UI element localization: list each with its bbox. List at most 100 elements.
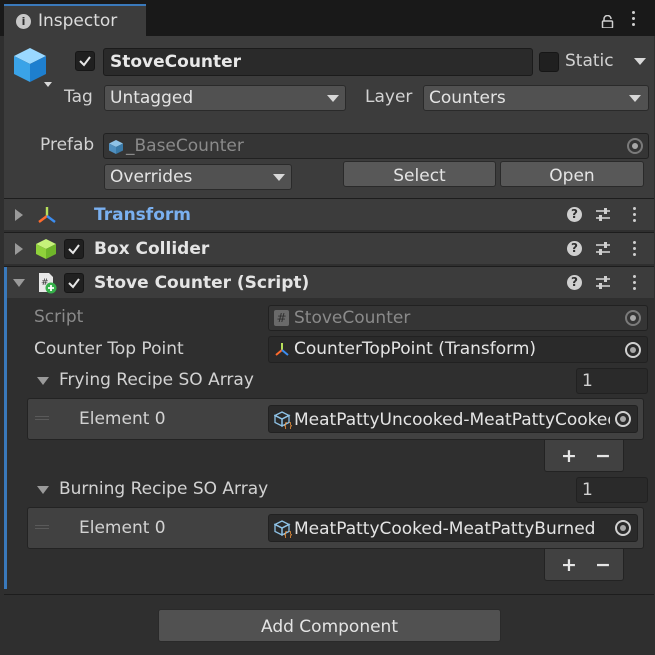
open-label: Open xyxy=(549,166,595,186)
svg-text:{}: {} xyxy=(283,421,292,429)
icon-dropdown-icon[interactable] xyxy=(44,82,52,87)
presets-icon[interactable] xyxy=(595,207,611,223)
burning-element-0-field[interactable]: {} MeatPattyCooked-MeatPattyBurned xyxy=(268,514,638,542)
tab-inspector[interactable]: i Inspector xyxy=(4,4,146,36)
lock-icon[interactable] xyxy=(601,13,614,29)
focus-bar xyxy=(4,267,7,589)
drag-handle-icon[interactable] xyxy=(35,525,49,529)
prefab-label: Prefab xyxy=(40,135,95,155)
transform-axis-icon xyxy=(36,205,58,225)
burning-array-size: 1 xyxy=(582,480,593,500)
prefab-open-button[interactable]: Open xyxy=(500,161,644,187)
static-checkbox[interactable] xyxy=(539,52,559,72)
overrides-dropdown[interactable]: Overrides xyxy=(104,164,292,190)
burning-add-element-button[interactable]: + xyxy=(561,556,577,575)
add-component-label: Add Component xyxy=(260,617,398,637)
active-checkbox[interactable] xyxy=(75,51,95,71)
stove-counter-component-header[interactable]: # Stove Counter (Script) ? xyxy=(4,266,654,298)
inspector-window: { "tab": { "label": "Inspector" }, "game… xyxy=(0,0,655,655)
foldout-arrow-icon[interactable] xyxy=(15,209,23,221)
object-picker-icon[interactable] xyxy=(627,138,643,154)
gameobject-name-input[interactable]: StoveCounter xyxy=(103,48,533,76)
script-field: # StoveCounter xyxy=(268,305,648,331)
script-value: StoveCounter xyxy=(294,308,411,328)
foldout-arrow-icon[interactable] xyxy=(13,279,25,287)
script-icon: # xyxy=(36,272,58,294)
object-picker-icon[interactable] xyxy=(615,520,631,536)
frying-element-0-field[interactable]: {} MeatPattyUncooked-MeatPattyCooked xyxy=(268,405,638,433)
box-collider-enabled-checkbox[interactable] xyxy=(64,239,84,259)
add-component-button[interactable]: Add Component xyxy=(158,609,501,642)
foldout-arrow-icon[interactable] xyxy=(15,243,23,255)
select-label: Select xyxy=(393,166,446,186)
presets-icon[interactable] xyxy=(595,275,611,291)
frying-remove-element-button[interactable]: − xyxy=(595,447,611,466)
script-label: Script xyxy=(34,307,84,327)
stove-counter-title: Stove Counter (Script) xyxy=(94,273,310,293)
help-icon[interactable]: ? xyxy=(567,275,582,290)
drag-handle-icon[interactable] xyxy=(35,416,49,420)
counter-top-point-field[interactable]: CounterTopPoint (Transform) xyxy=(268,336,648,363)
frying-foldout-icon[interactable] xyxy=(37,377,49,385)
gameobject-cube-icon[interactable] xyxy=(12,46,48,88)
component-divider xyxy=(4,594,654,595)
layer-label: Layer xyxy=(365,87,413,107)
burning-element-value-clip: MeatPattyCooked-MeatPattyBurned xyxy=(294,519,610,539)
gameobject-name-text: StoveCounter xyxy=(110,52,242,72)
tab-label: Inspector xyxy=(38,11,118,31)
stove-counter-enabled-checkbox[interactable] xyxy=(64,273,84,293)
counter-top-point-label: Counter Top Point xyxy=(34,339,184,359)
frying-list-buttons: + − xyxy=(544,440,624,472)
burning-element-label: Element 0 xyxy=(79,518,166,538)
object-picker-icon[interactable] xyxy=(625,342,641,358)
object-picker-icon[interactable] xyxy=(615,411,631,427)
tag-value: Untagged xyxy=(110,88,194,108)
tag-dropdown[interactable]: Untagged xyxy=(104,85,346,111)
burning-foldout-icon[interactable] xyxy=(37,486,49,494)
frying-add-element-button[interactable]: + xyxy=(561,447,577,466)
burning-remove-element-button[interactable]: − xyxy=(595,556,611,575)
tab-menu-icon[interactable] xyxy=(632,11,636,29)
frying-array-size: 1 xyxy=(582,371,593,391)
presets-icon[interactable] xyxy=(595,241,611,257)
layer-value: Counters xyxy=(429,88,506,108)
box-collider-component-header[interactable]: Box Collider ? xyxy=(4,232,654,264)
chevron-down-icon xyxy=(327,95,339,102)
svg-text:{}: {} xyxy=(283,530,292,538)
transform-component-header[interactable]: Transform ? xyxy=(4,198,654,230)
burning-array-size-input[interactable]: 1 xyxy=(576,477,648,503)
counter-top-point-value: CounterTopPoint (Transform) xyxy=(294,339,537,359)
static-label: Static xyxy=(565,51,614,71)
box-collider-icon xyxy=(35,238,57,260)
chevron-down-icon xyxy=(273,174,285,181)
frying-array-size-input[interactable]: 1 xyxy=(576,368,648,394)
box-collider-title: Box Collider xyxy=(94,239,210,259)
prefab-asset-field[interactable]: _BaseCounter xyxy=(103,133,649,159)
transform-axis-icon xyxy=(273,341,291,358)
script-hash-icon: # xyxy=(274,310,289,326)
component-menu-icon[interactable] xyxy=(633,275,637,293)
frying-array-label[interactable]: Frying Recipe SO Array xyxy=(59,372,254,389)
scriptable-object-icon: {} xyxy=(273,520,293,539)
transform-title: Transform xyxy=(94,205,191,225)
static-dropdown-icon[interactable] xyxy=(634,58,646,65)
burning-array-label[interactable]: Burning Recipe SO Array xyxy=(59,481,268,498)
help-icon[interactable]: ? xyxy=(567,241,582,256)
frying-element-label: Element 0 xyxy=(79,409,166,429)
scriptable-object-icon: {} xyxy=(273,411,293,430)
layer-dropdown[interactable]: Counters xyxy=(423,85,649,111)
help-icon[interactable]: ? xyxy=(567,207,582,222)
component-menu-icon[interactable] xyxy=(633,207,637,225)
chevron-down-icon xyxy=(629,95,641,102)
prefab-cube-icon xyxy=(108,139,124,155)
prefab-select-button[interactable]: Select xyxy=(343,161,496,187)
tag-label: Tag xyxy=(64,87,93,107)
frying-element-value: MeatPattyUncooked-MeatPattyCooked xyxy=(294,410,610,430)
prefab-asset-name: _BaseCounter xyxy=(126,136,244,156)
frying-element-value-clip: MeatPattyUncooked-MeatPattyCooked xyxy=(294,410,610,430)
burning-element-value: MeatPattyCooked-MeatPattyBurned xyxy=(294,519,596,539)
overrides-label: Overrides xyxy=(110,167,193,187)
info-icon: i xyxy=(16,14,31,29)
burning-list-buttons: + − xyxy=(544,549,624,581)
component-menu-icon[interactable] xyxy=(633,241,637,259)
